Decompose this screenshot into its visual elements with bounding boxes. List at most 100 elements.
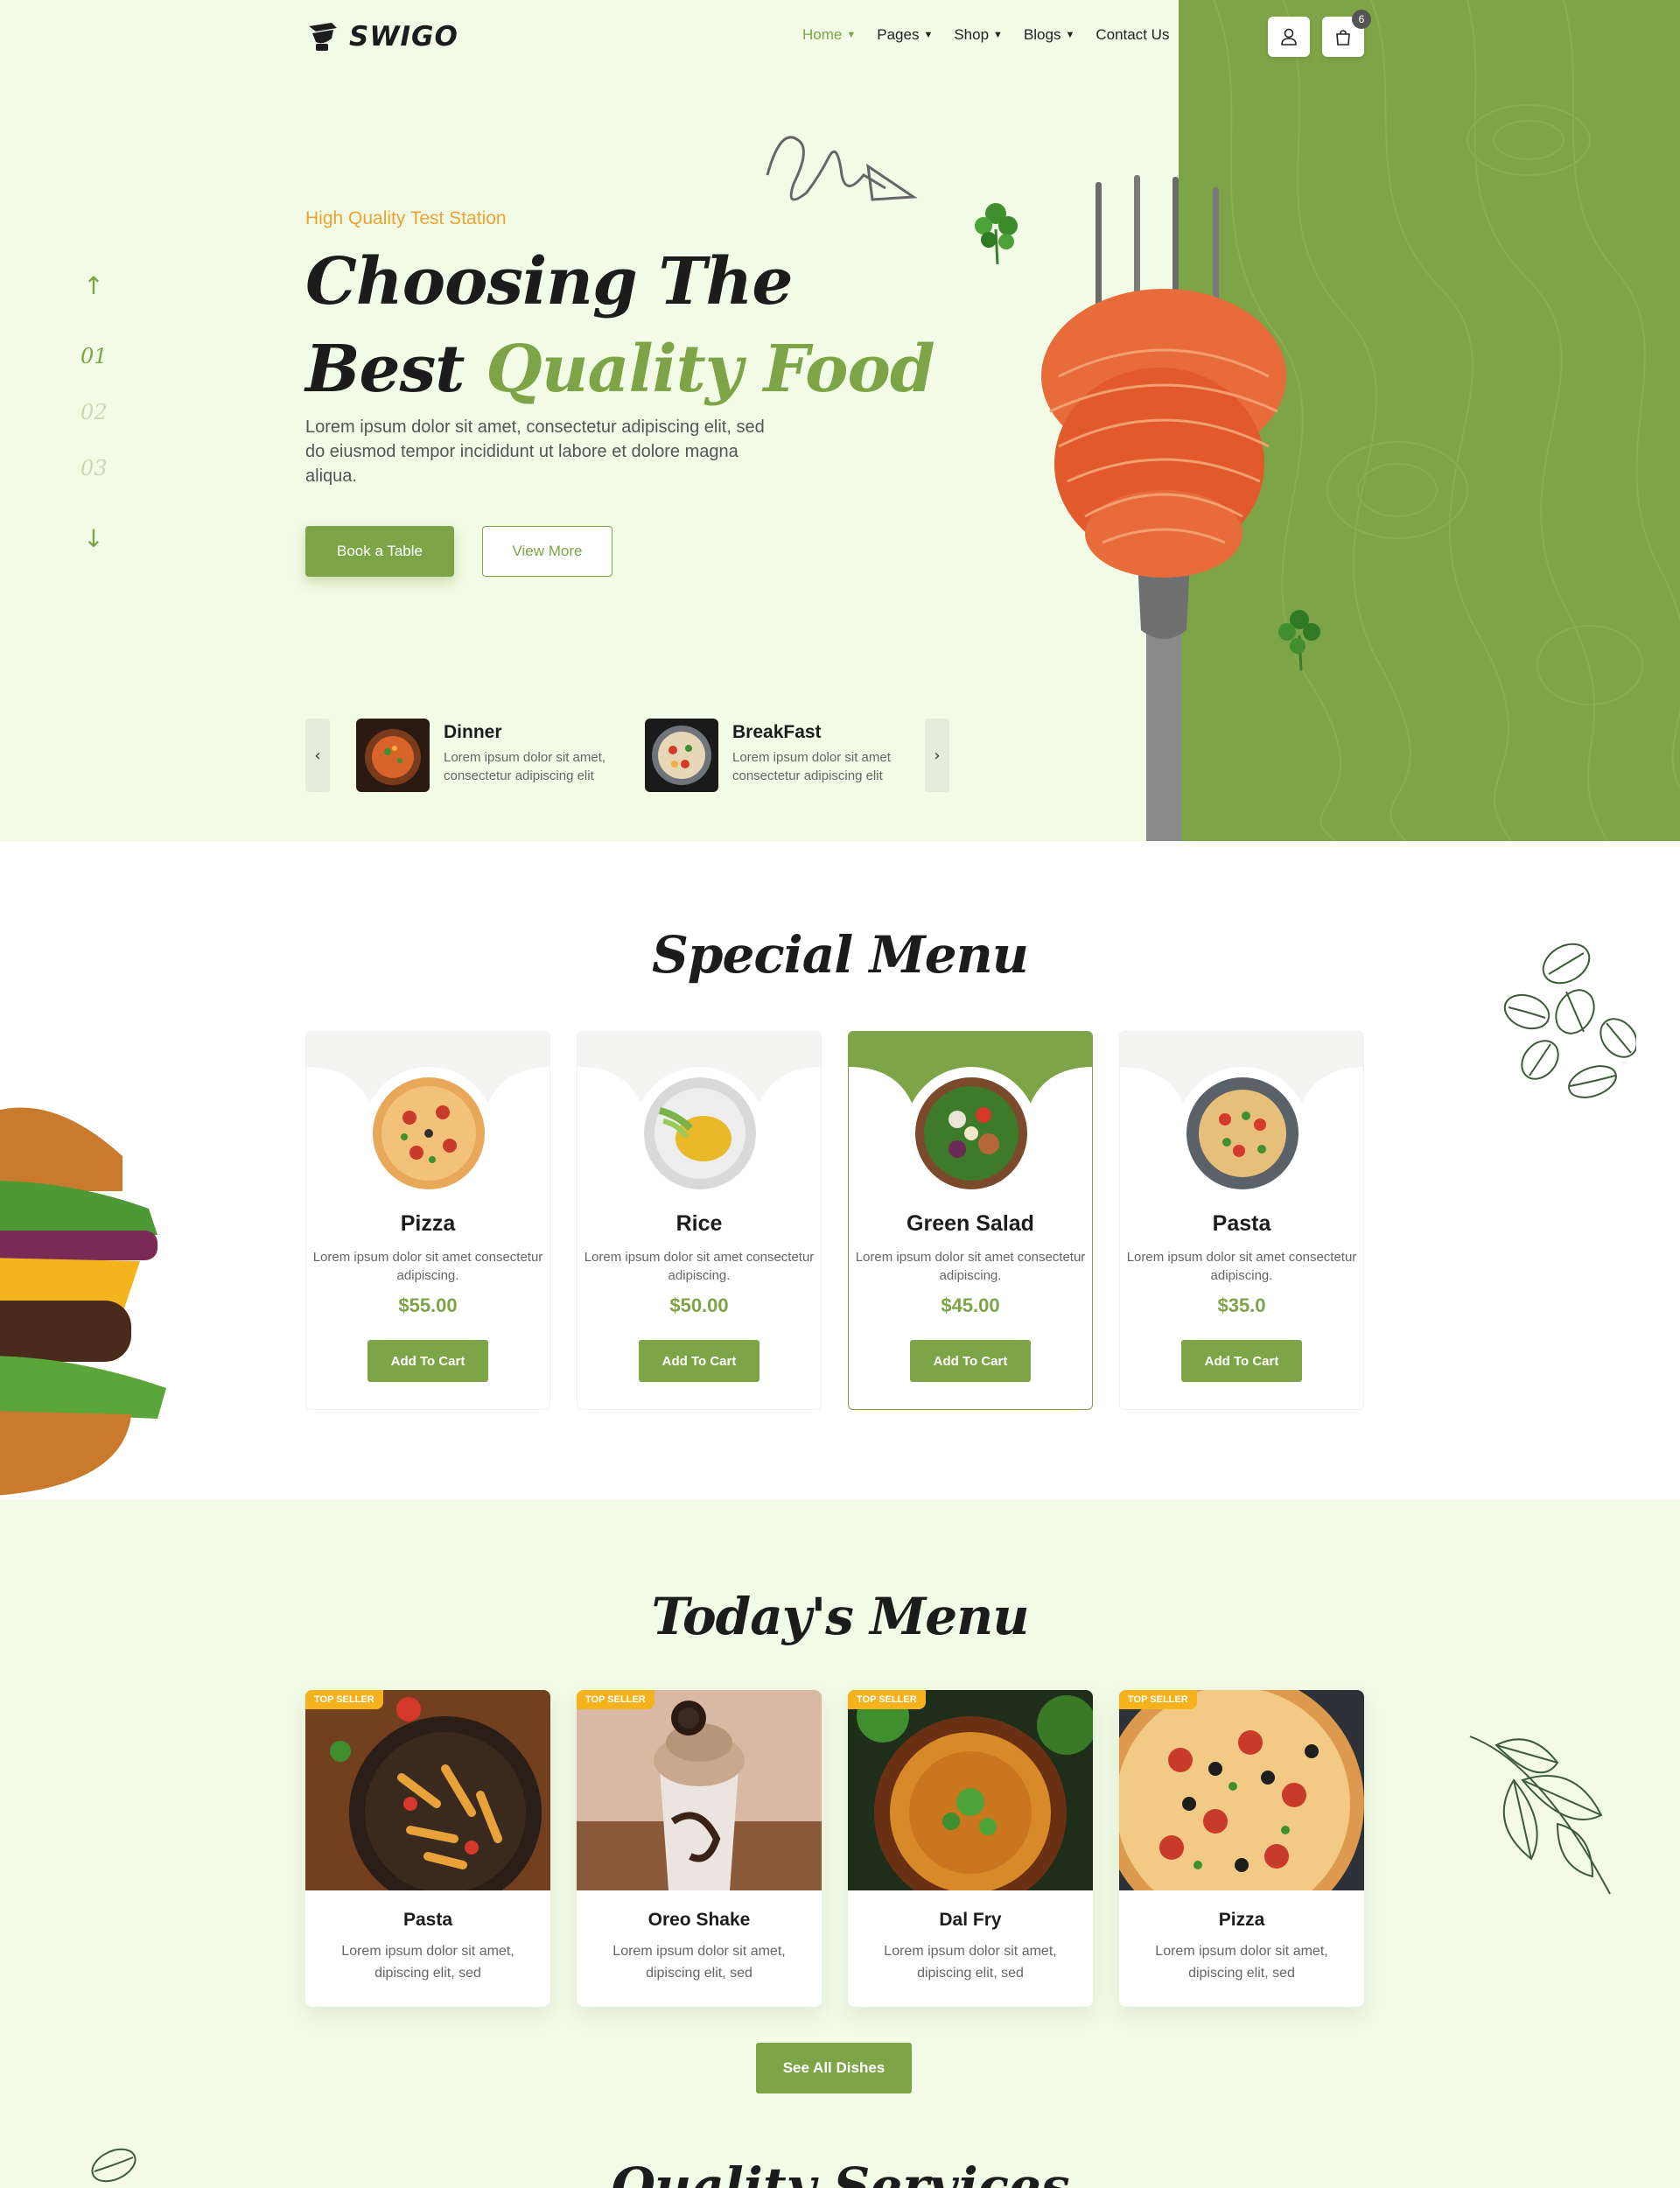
todays-menu-section: Today's Menu TOP SELLER Pasta Lorem ipsu…	[0, 1500, 1680, 2188]
menu-item-description: Lorem ipsum dolor sit amet consectetur a…	[584, 1250, 815, 1283]
nav-item-blogs[interactable]: Blogs ▼	[1024, 26, 1074, 44]
top-seller-badge: TOP SELLER	[1119, 1690, 1197, 1709]
dish-description: Lorem ipsum dolor sit amet, dipiscing el…	[884, 1944, 1057, 1981]
chevron-down-icon: ▼	[1065, 30, 1075, 40]
menu-item-description: Lorem ipsum dolor sit amet consectetur a…	[855, 1250, 1086, 1283]
brand-name: SWIGO	[349, 21, 458, 53]
book-table-button[interactable]: Book a Table	[305, 526, 454, 577]
special-menu-section: Special Menu Pizza Lorem ipsum dolor sit…	[0, 841, 1680, 1500]
green-salad-image	[905, 1067, 1038, 1200]
dish-card-pasta[interactable]: TOP SELLER Pasta Lorem ipsum dolor sit a…	[305, 1690, 550, 2007]
top-seller-badge: TOP SELLER	[848, 1690, 926, 1709]
add-to-cart-button[interactable]: Add To Cart	[1181, 1340, 1302, 1382]
chevron-down-icon: ▼	[846, 30, 857, 40]
nav-item-home[interactable]: Home ▼	[802, 26, 856, 44]
category-card-breakfast[interactable]: BreakFast Lorem ipsum dolor sit amet con…	[645, 719, 920, 792]
hero-section: SWIGO Home ▼ Pages ▼ Shop ▼ Blogs ▼ Contact …	[0, 0, 1680, 841]
menu-item-price: $45.00	[941, 1294, 1000, 1316]
menu-item-name: Rice	[676, 1211, 723, 1236]
dish-name: Dal Fry	[939, 1910, 1002, 1930]
spaghetti-fork-image	[1041, 175, 1286, 841]
top-seller-badge: TOP SELLER	[577, 1690, 654, 1709]
brand-logo[interactable]: SWIGO	[305, 19, 458, 54]
menu-item-price: $35.0	[1217, 1294, 1266, 1316]
chevron-left-icon[interactable]: ‹	[305, 719, 330, 792]
chevron-down-icon: ▼	[923, 30, 934, 40]
nav-item-contact[interactable]: Contact Us	[1096, 26, 1169, 44]
hero-description: Lorem ipsum dolor sit amet, consectetur …	[305, 417, 765, 486]
rice-image	[634, 1067, 766, 1200]
menu-item-description: Lorem ipsum dolor sit amet consectetur a…	[312, 1250, 543, 1283]
pizza-photo: TOP SELLER	[1119, 1690, 1364, 1890]
section-title: Today's Menu	[651, 1587, 1029, 1646]
slide-nav: ↑ 01 02 03 ↓	[80, 271, 108, 553]
chef-hat-logo-icon	[309, 23, 337, 51]
dish-card-oreo-shake[interactable]: TOP SELLER Oreo Shake Lorem ipsum dolor …	[577, 1690, 822, 2007]
slide-indicator[interactable]: 03	[80, 456, 108, 480]
user-account-button[interactable]	[1268, 17, 1310, 57]
arrow-down-icon[interactable]: ↓	[80, 524, 107, 553]
nav-item-pages[interactable]: Pages ▼	[877, 26, 933, 44]
user-icon	[1281, 28, 1297, 46]
menu-item-name: Pasta	[1212, 1211, 1271, 1236]
hero-title: Choosing The Best Quality Food	[305, 238, 935, 413]
category-card-dinner[interactable]: Dinner Lorem ipsum dolor sit amet, conse…	[356, 719, 632, 792]
hero-tagline: High Quality Test Station	[305, 208, 507, 228]
chevron-down-icon: ▼	[993, 30, 1003, 40]
menu-item-price: $55.00	[398, 1294, 458, 1316]
add-to-cart-button[interactable]: Add To Cart	[368, 1340, 488, 1382]
dish-name: Oreo Shake	[648, 1910, 751, 1930]
dish-name: Pizza	[1218, 1910, 1265, 1930]
dish-description: Lorem ipsum dolor sit amet, dipiscing el…	[612, 1944, 786, 1981]
pasta-photo: TOP SELLER	[305, 1690, 550, 1890]
next-section-title: Quality Services	[610, 2156, 1070, 2188]
arrow-up-icon[interactable]: ↑	[80, 271, 107, 300]
nav-label: Blogs	[1023, 26, 1061, 43]
oreo-shake-photo: TOP SELLER	[577, 1690, 822, 1890]
view-more-button[interactable]: View More	[482, 526, 612, 577]
leaf-sketch-icon	[1469, 1736, 1611, 1895]
squiggle-arrow-icon	[766, 136, 918, 201]
category-description: Lorem ipsum dolor sit amet consectetur a…	[732, 750, 891, 783]
cart-button[interactable]: 6	[1322, 10, 1371, 57]
breakfast-thumbnail	[645, 719, 718, 792]
top-seller-badge: TOP SELLER	[305, 1690, 383, 1709]
dish-description: Lorem ipsum dolor sit amet, dipiscing el…	[341, 1944, 514, 1981]
pizza-image	[362, 1067, 495, 1200]
coffee-beans-sketch-icon	[1503, 943, 1636, 1098]
category-title: Dinner	[444, 722, 502, 742]
menu-item-name: Green Salad	[906, 1211, 1034, 1236]
main-nav: Home ▼ Pages ▼ Shop ▼ Blogs ▼ Contact Us	[802, 26, 1169, 44]
hero-title-line1: Choosing The	[305, 244, 793, 319]
slide-indicator[interactable]: 02	[80, 400, 108, 424]
nav-label: Home	[802, 26, 843, 43]
dish-card-dal-fry[interactable]: TOP SELLER Dal Fry Lorem ipsum dolor sit…	[848, 1690, 1093, 2007]
dinner-thumbnail	[356, 719, 430, 792]
shopping-bag-icon	[1336, 30, 1350, 46]
pasta-image	[1176, 1067, 1309, 1200]
nav-label: Shop	[954, 26, 990, 43]
menu-item-description: Lorem ipsum dolor sit amet consectetur a…	[1126, 1250, 1357, 1283]
add-to-cart-button[interactable]: Add To Cart	[639, 1340, 760, 1382]
dish-name: Pasta	[402, 1910, 453, 1930]
dish-card-pizza[interactable]: TOP SELLER Pizza Lorem ipsum dolor sit a…	[1119, 1690, 1364, 2007]
menu-card-green-salad[interactable]: Green Salad Lorem ipsum dolor sit amet c…	[848, 1031, 1093, 1410]
nav-label: Contact Us	[1096, 26, 1170, 43]
chevron-right-icon[interactable]: ›	[925, 719, 949, 792]
see-all-dishes-button[interactable]: See All Dishes	[756, 2043, 912, 2093]
menu-card-pasta[interactable]: Pasta Lorem ipsum dolor sit amet consect…	[1119, 1031, 1364, 1410]
dish-description: Lorem ipsum dolor sit amet, dipiscing el…	[1155, 1944, 1328, 1981]
hero-title-highlight: Quality Food	[486, 332, 934, 407]
add-to-cart-button[interactable]: Add To Cart	[910, 1340, 1031, 1382]
burger-image	[0, 1107, 166, 1496]
menu-card-rice[interactable]: Rice Lorem ipsum dolor sit amet consecte…	[577, 1031, 822, 1410]
slide-indicator[interactable]: 01	[80, 344, 108, 368]
hero-title-line2a: Best	[305, 332, 486, 407]
nav-item-shop[interactable]: Shop ▼	[954, 26, 1003, 44]
menu-item-price: $50.00	[669, 1294, 729, 1316]
section-title: Special Menu	[652, 925, 1029, 985]
menu-item-name: Pizza	[400, 1211, 456, 1236]
menu-card-pizza[interactable]: Pizza Lorem ipsum dolor sit amet consect…	[305, 1031, 550, 1410]
cart-count-badge: 6	[1352, 10, 1371, 29]
dal-fry-photo: TOP SELLER	[848, 1690, 1093, 1890]
